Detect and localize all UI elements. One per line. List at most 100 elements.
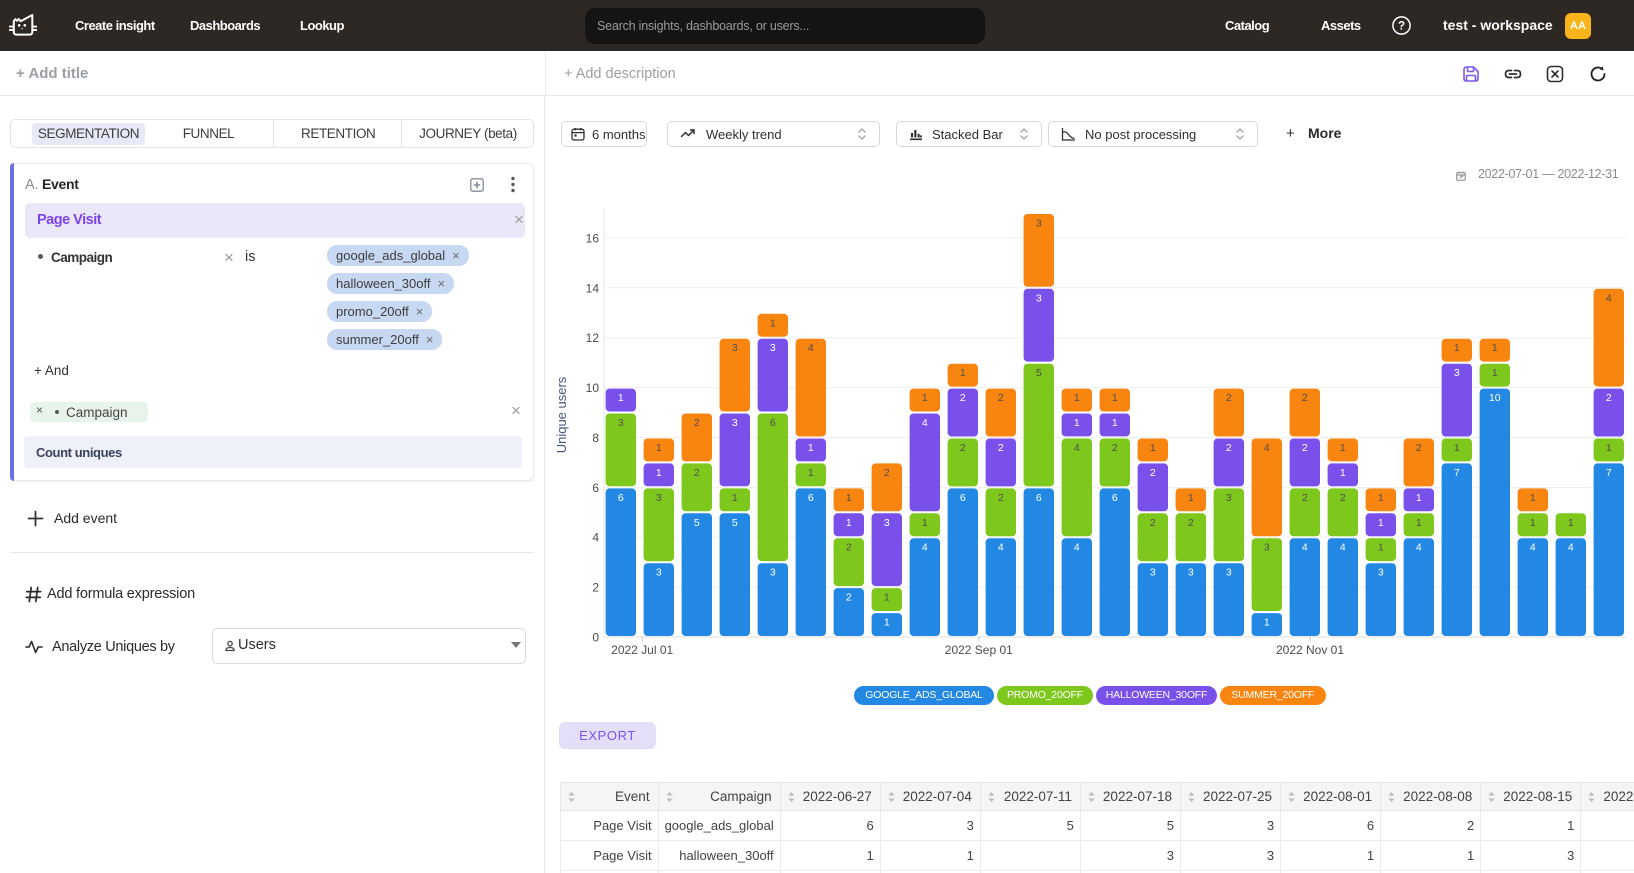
svg-text:1: 1 [618, 392, 624, 404]
svg-text:2: 2 [1302, 442, 1308, 454]
svg-text:2: 2 [1112, 442, 1118, 454]
svg-text:3: 3 [884, 517, 890, 529]
svg-text:1: 1 [656, 442, 662, 454]
svg-text:1: 1 [1150, 442, 1156, 454]
svg-text:3: 3 [618, 417, 624, 429]
svg-text:1: 1 [1492, 367, 1498, 379]
svg-text:1: 1 [1112, 417, 1118, 429]
svg-text:4: 4 [922, 417, 928, 429]
svg-text:1: 1 [1074, 417, 1080, 429]
svg-text:3: 3 [1454, 367, 1460, 379]
svg-text:3: 3 [1226, 567, 1232, 579]
svg-text:2: 2 [1226, 392, 1232, 404]
svg-text:3: 3 [770, 342, 776, 354]
svg-text:6: 6 [592, 481, 599, 495]
svg-text:1: 1 [1264, 617, 1270, 629]
svg-text:1: 1 [1454, 342, 1460, 354]
svg-text:1: 1 [1340, 467, 1346, 479]
svg-text:2: 2 [846, 542, 852, 554]
svg-text:4: 4 [1074, 442, 1080, 454]
svg-text:8: 8 [592, 431, 599, 445]
svg-text:5: 5 [732, 517, 738, 529]
svg-text:2: 2 [1226, 442, 1232, 454]
svg-text:3: 3 [770, 567, 776, 579]
svg-text:1: 1 [808, 442, 814, 454]
svg-text:1: 1 [846, 517, 852, 529]
svg-text:1: 1 [884, 617, 890, 629]
svg-text:2022 Sep 01: 2022 Sep 01 [945, 643, 1013, 657]
svg-text:6: 6 [770, 417, 776, 429]
svg-text:6: 6 [808, 492, 814, 504]
svg-text:6: 6 [960, 492, 966, 504]
svg-text:2: 2 [1302, 492, 1308, 504]
svg-text:1: 1 [656, 467, 662, 479]
svg-text:1: 1 [770, 317, 776, 329]
svg-text:2: 2 [1340, 492, 1346, 504]
svg-text:2: 2 [1416, 442, 1422, 454]
svg-text:1: 1 [1568, 517, 1574, 529]
svg-text:3: 3 [1226, 492, 1232, 504]
svg-text:2: 2 [998, 442, 1004, 454]
svg-text:3: 3 [1036, 292, 1042, 304]
svg-text:4: 4 [922, 542, 928, 554]
svg-text:3: 3 [732, 417, 738, 429]
svg-text:2: 2 [960, 442, 966, 454]
svg-text:3: 3 [732, 342, 738, 354]
svg-text:1: 1 [1112, 392, 1118, 404]
svg-text:1: 1 [1416, 492, 1422, 504]
svg-text:1: 1 [1454, 442, 1460, 454]
svg-text:2: 2 [1150, 517, 1156, 529]
svg-text:?: ? [1398, 21, 1405, 33]
svg-text:1: 1 [1606, 442, 1612, 454]
svg-text:3: 3 [1188, 567, 1194, 579]
svg-text:1: 1 [922, 392, 928, 404]
svg-text:4: 4 [1416, 542, 1422, 554]
svg-text:5: 5 [1036, 367, 1042, 379]
svg-text:2: 2 [1188, 517, 1194, 529]
svg-text:14: 14 [586, 281, 600, 295]
svg-text:2: 2 [884, 467, 890, 479]
svg-text:1: 1 [922, 517, 928, 529]
svg-text:4: 4 [1302, 542, 1308, 554]
svg-text:10: 10 [586, 381, 600, 395]
svg-text:4: 4 [1530, 542, 1536, 554]
svg-text:Unique users: Unique users [554, 376, 569, 453]
svg-text:4: 4 [1568, 542, 1574, 554]
svg-text:6: 6 [1036, 492, 1042, 504]
svg-text:2: 2 [960, 392, 966, 404]
svg-text:1: 1 [1530, 492, 1536, 504]
svg-text:1: 1 [732, 492, 738, 504]
svg-text:1: 1 [1378, 492, 1384, 504]
svg-text:1: 1 [1416, 517, 1422, 529]
svg-text:1: 1 [846, 492, 852, 504]
svg-text:6: 6 [1112, 492, 1118, 504]
svg-text:3: 3 [1264, 542, 1270, 554]
svg-text:2: 2 [998, 392, 1004, 404]
svg-text:2: 2 [846, 592, 852, 604]
svg-text:4: 4 [808, 342, 814, 354]
svg-text:4: 4 [1340, 542, 1346, 554]
svg-text:0: 0 [592, 631, 599, 645]
svg-text:16: 16 [586, 232, 600, 246]
svg-text:4: 4 [1074, 542, 1080, 554]
svg-text:5: 5 [694, 517, 700, 529]
svg-text:2: 2 [1302, 392, 1308, 404]
svg-text:1: 1 [960, 367, 966, 379]
svg-text:2: 2 [694, 417, 700, 429]
svg-text:1: 1 [1378, 517, 1384, 529]
svg-text:2: 2 [1150, 467, 1156, 479]
svg-text:3: 3 [1150, 567, 1156, 579]
svg-text:7: 7 [1606, 467, 1612, 479]
svg-text:2: 2 [694, 467, 700, 479]
svg-text:1: 1 [884, 592, 890, 604]
svg-text:1: 1 [1074, 392, 1080, 404]
svg-text:1: 1 [1188, 492, 1194, 504]
svg-text:1: 1 [1492, 342, 1498, 354]
svg-text:12: 12 [586, 331, 600, 345]
svg-text:2: 2 [1606, 392, 1612, 404]
svg-text:2022 Nov 01: 2022 Nov 01 [1276, 643, 1344, 657]
svg-text:3: 3 [656, 567, 662, 579]
svg-text:3: 3 [656, 492, 662, 504]
svg-text:2022 Jul 01: 2022 Jul 01 [611, 643, 673, 657]
svg-text:10: 10 [1489, 392, 1501, 404]
